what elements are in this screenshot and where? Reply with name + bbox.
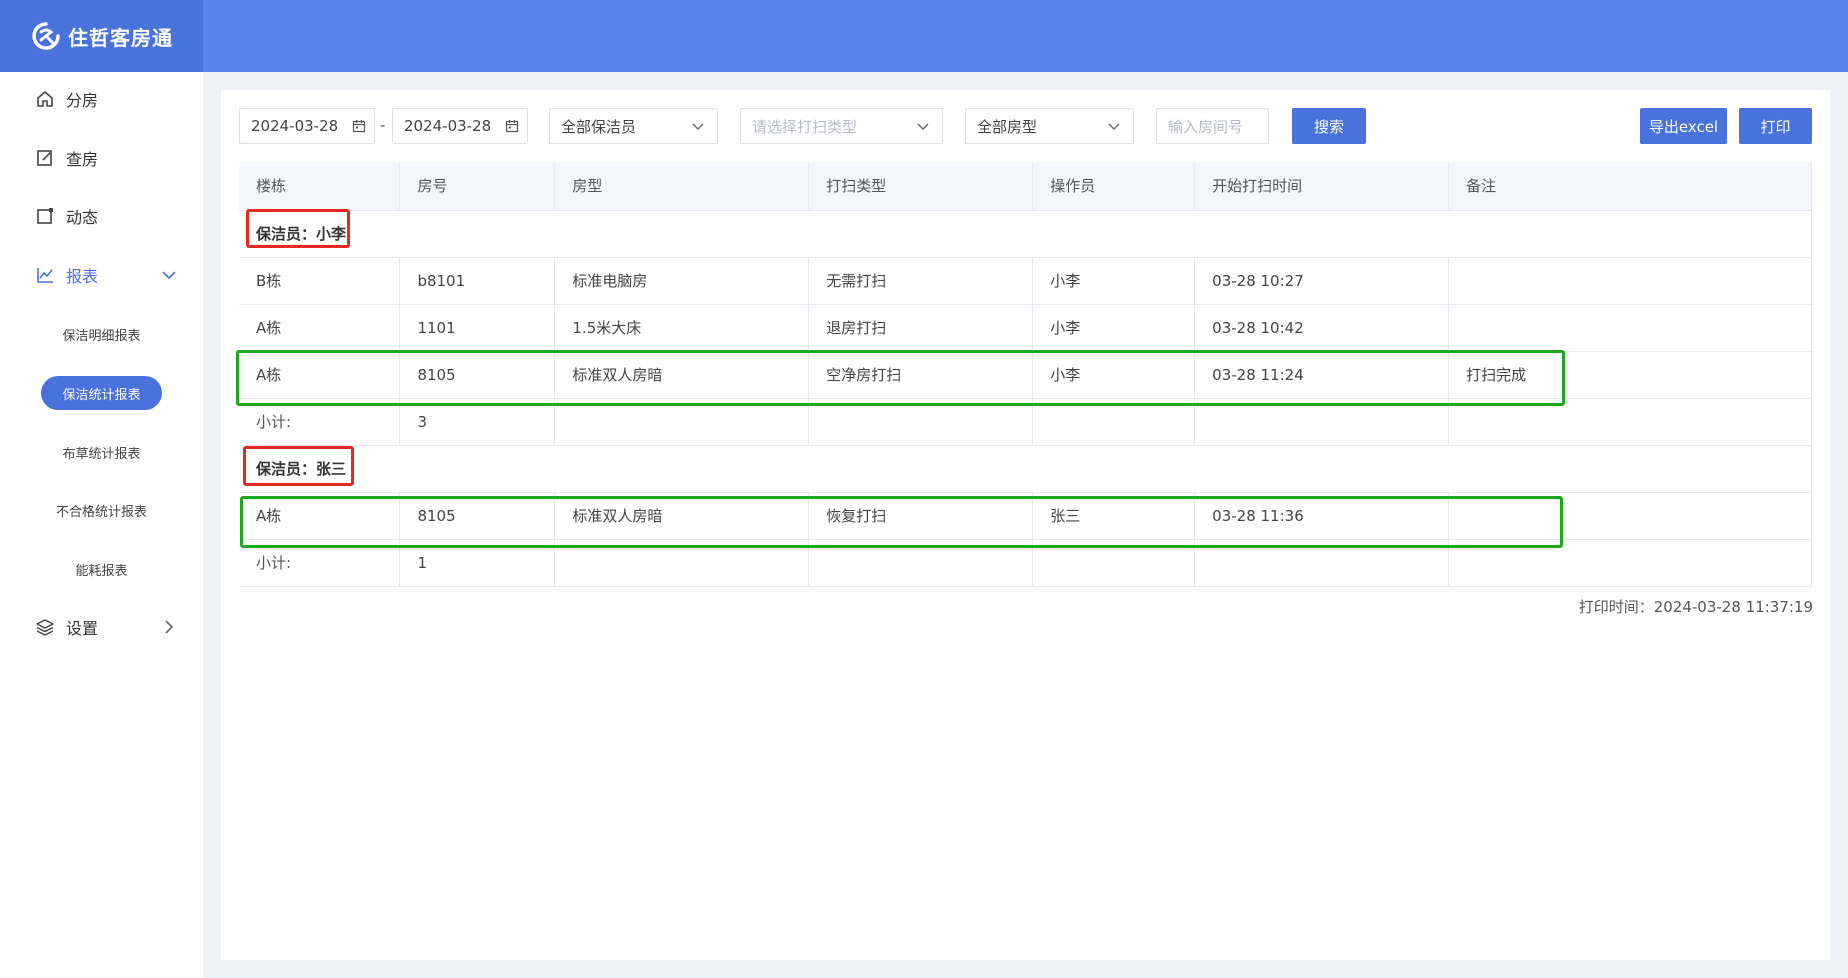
- top-header: [0, 0, 1848, 72]
- print-time: 打印时间：2024-03-28 11:37:19: [1578, 598, 1813, 616]
- chevron-right-icon: [165, 620, 174, 634]
- column-header: 房型: [554, 162, 810, 211]
- table-cell: 小李: [1032, 257, 1196, 305]
- room-type-select-value: 全部房型: [977, 117, 1038, 136]
- table-cell: [1448, 257, 1812, 305]
- sidebar-item-fenfang[interactable]: 分房: [0, 79, 203, 119]
- sidebar-item-dongtai[interactable]: 动态: [0, 196, 203, 236]
- annotation-box-red: [246, 209, 350, 248]
- sidebar-subitem-unqualified-stats[interactable]: 不合格统计报表: [0, 493, 203, 527]
- home-icon: [34, 88, 56, 110]
- chevron-down-icon: [162, 271, 176, 280]
- chevron-down-icon: [1108, 123, 1120, 130]
- table-cell: 无需打扫: [808, 257, 1034, 305]
- group-title: 保洁员：张三: [239, 445, 1812, 493]
- clean-type-select[interactable]: 请选择打扫类型: [740, 108, 943, 144]
- sidebar-item-label: 设置: [66, 619, 99, 638]
- clean-type-placeholder: 请选择打扫类型: [752, 117, 858, 136]
- table-cell: 1101: [399, 304, 556, 352]
- room-number-placeholder: 输入房间号: [1168, 117, 1244, 136]
- room-number-input[interactable]: 输入房间号: [1156, 108, 1269, 144]
- table-cell: 1.5米大床: [554, 304, 810, 352]
- table-cell: 03-28 10:27: [1194, 257, 1450, 305]
- start-date-value: 2024-03-28: [251, 117, 339, 135]
- square-icon: [34, 205, 56, 227]
- chevron-down-icon: [917, 123, 929, 130]
- logo-icon: [32, 22, 60, 50]
- sidebar-subitem-cleaning-stats[interactable]: 保洁统计报表: [41, 376, 162, 410]
- date-range-separator: -: [380, 116, 386, 134]
- report-panel: 2024-03-28 - 2024-03-28 全部保洁员 请选择打扫类型 全部…: [221, 90, 1830, 960]
- app-name: 住哲客房通: [68, 25, 173, 50]
- calendar-icon: [505, 120, 519, 133]
- column-header: 房号: [399, 162, 556, 211]
- sidebar-item-label: 查房: [66, 150, 99, 169]
- column-header: 开始打扫时间: [1194, 162, 1450, 211]
- app-logo[interactable]: 住哲客房通: [0, 0, 203, 72]
- room-type-select[interactable]: 全部房型: [965, 108, 1134, 144]
- sidebar-subitem-energy[interactable]: 能耗报表: [0, 552, 203, 586]
- export-excel-button[interactable]: 导出excel: [1640, 108, 1727, 144]
- column-header: 操作员: [1032, 162, 1196, 211]
- table-cell: b8101: [399, 257, 556, 305]
- chart-line-icon: [34, 264, 56, 286]
- sidebar-subitem-linen-stats[interactable]: 布草统计报表: [0, 435, 203, 469]
- column-header: 楼栋: [239, 162, 401, 211]
- column-header: 打扫类型: [808, 162, 1034, 211]
- table-cell: A栋: [239, 304, 401, 352]
- sidebar-subitem-cleaning-detail[interactable]: 保洁明细报表: [0, 317, 203, 351]
- table-row[interactable]: A栋 1101 1.5米大床 退房打扫 小李 03-28 10:42: [239, 304, 1812, 352]
- sidebar-item-shezhi[interactable]: 设置: [0, 607, 203, 647]
- table-cell: B栋: [239, 257, 401, 305]
- chevron-down-icon: [692, 123, 704, 130]
- table-header-row: 楼栋 房号 房型 打扫类型 操作员 开始打扫时间 备注: [239, 162, 1812, 211]
- group-header-row: 保洁员：张三: [239, 445, 1812, 493]
- start-date-picker[interactable]: 2024-03-28: [239, 108, 375, 144]
- sidebar-item-baobiao[interactable]: 报表: [0, 255, 203, 295]
- end-date-picker[interactable]: 2024-03-28: [392, 108, 528, 144]
- group-header-row: 保洁员：小李: [239, 210, 1812, 258]
- sidebar-item-chafang[interactable]: 查房: [0, 138, 203, 178]
- edit-icon: [34, 147, 56, 169]
- calendar-icon: [352, 120, 366, 133]
- sidebar: 分房 查房 动态 报表 保洁明细报表 保洁统计报表 布草统计报表 不合格统计报表…: [0, 72, 203, 978]
- sidebar-item-label: 分房: [66, 91, 99, 110]
- table-cell: [1448, 304, 1812, 352]
- cleaner-select[interactable]: 全部保洁员: [549, 108, 718, 144]
- annotation-box-red: [243, 446, 354, 486]
- group-title: 保洁员：小李: [239, 210, 1812, 258]
- table-cell: 标准电脑房: [554, 257, 810, 305]
- column-header: 备注: [1448, 162, 1812, 211]
- table-cell: 小李: [1032, 304, 1196, 352]
- end-date-value: 2024-03-28: [404, 117, 492, 135]
- table-cell: 03-28 10:42: [1194, 304, 1450, 352]
- sidebar-item-label: 动态: [66, 208, 99, 227]
- layers-icon: [34, 616, 56, 638]
- table-row[interactable]: B栋 b8101 标准电脑房 无需打扫 小李 03-28 10:27: [239, 257, 1812, 305]
- sidebar-item-label: 报表: [66, 267, 99, 286]
- table-cell: 退房打扫: [808, 304, 1034, 352]
- annotation-box-green: [236, 350, 1565, 406]
- cleaner-select-value: 全部保洁员: [561, 117, 637, 136]
- print-button[interactable]: 打印: [1739, 108, 1812, 144]
- search-button[interactable]: 搜索: [1292, 108, 1366, 144]
- annotation-box-green: [240, 496, 1563, 548]
